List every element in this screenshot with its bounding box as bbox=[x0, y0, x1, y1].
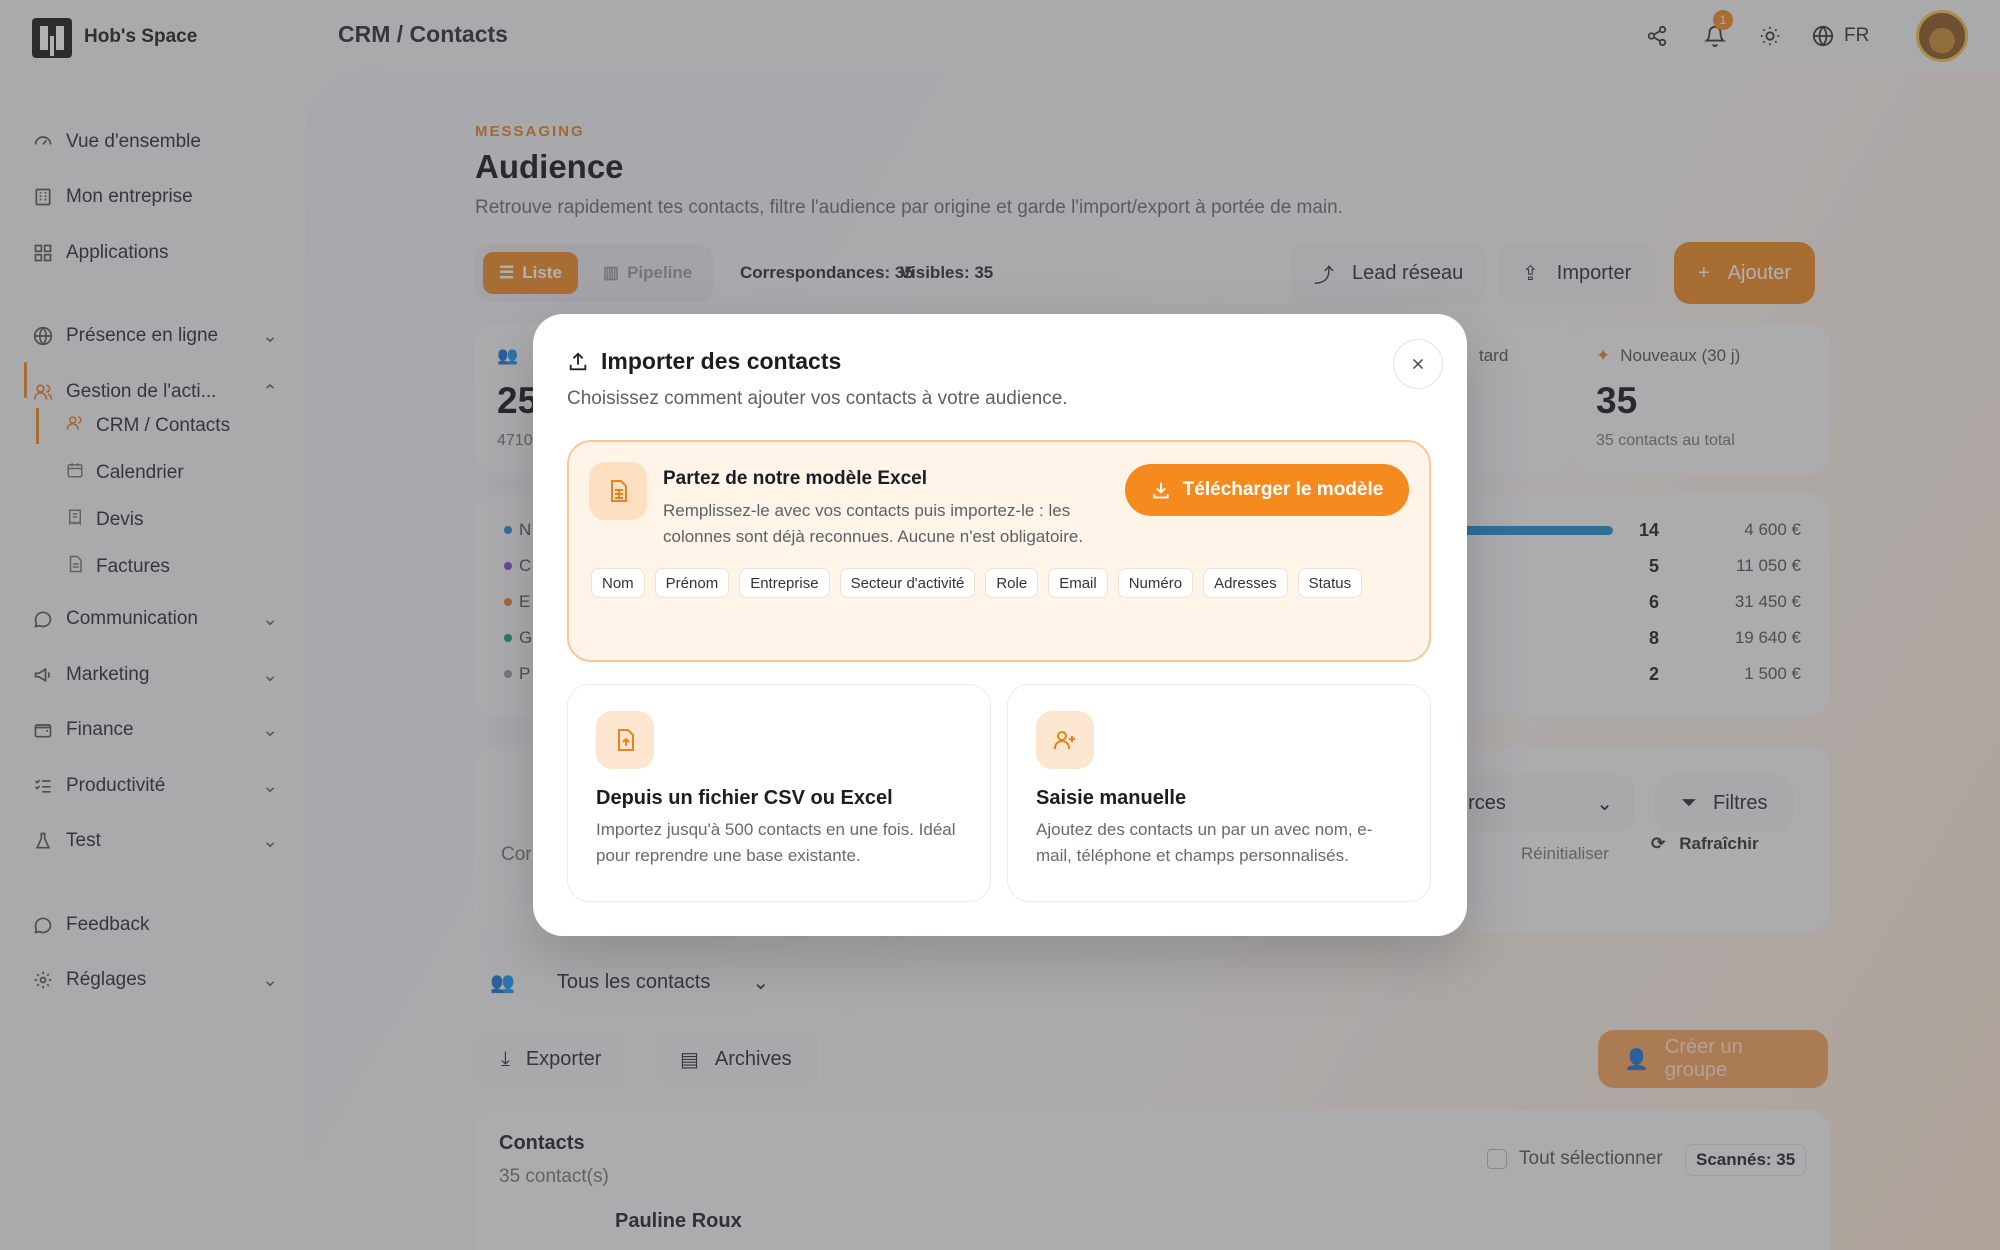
download-template-label: Télécharger le modèle bbox=[1182, 479, 1384, 500]
manual-option-description: Ajoutez des contacts un par un avec nom,… bbox=[1036, 820, 1373, 865]
column-chip: Nom bbox=[591, 568, 645, 598]
column-chip: Adresses bbox=[1203, 568, 1288, 598]
modal-header: Importer des contacts bbox=[567, 348, 841, 375]
column-chip: Status bbox=[1297, 568, 1363, 598]
column-chip: Email bbox=[1048, 568, 1108, 598]
excel-template-panel: Partez de notre modèle Excel Remplissez-… bbox=[567, 440, 1431, 662]
csv-option-title: Depuis un fichier CSV ou Excel bbox=[596, 787, 893, 809]
column-chip: Entreprise bbox=[739, 568, 830, 598]
spreadsheet-icon bbox=[589, 462, 647, 520]
file-upload-icon bbox=[596, 711, 654, 769]
upload-icon bbox=[569, 351, 587, 370]
close-button[interactable] bbox=[1393, 339, 1443, 389]
csv-import-option[interactable]: Depuis un fichier CSV ou Excel Importez … bbox=[567, 684, 991, 902]
manual-entry-option[interactable]: Saisie manuelle Ajoutez des contacts un … bbox=[1007, 684, 1431, 902]
close-icon bbox=[1412, 358, 1424, 370]
manual-option-title: Saisie manuelle bbox=[1036, 787, 1187, 809]
modal-title: Importer des contacts bbox=[601, 348, 842, 374]
template-description: Remplissez-le avec vos contacts puis imp… bbox=[663, 501, 1084, 546]
column-chip: Role bbox=[985, 568, 1039, 598]
column-chip: Prénom bbox=[654, 568, 730, 598]
column-chip: Numéro bbox=[1117, 568, 1194, 598]
modal-subtitle: Choisissez comment ajouter vos contacts … bbox=[567, 388, 1068, 409]
csv-option-description: Importez jusqu'à 500 contacts en une foi… bbox=[596, 820, 956, 865]
user-plus-icon bbox=[1036, 711, 1094, 769]
download-template-button[interactable]: Télécharger le modèle bbox=[1125, 464, 1409, 516]
template-columns: Nom Prénom Entreprise Secteur d'activité… bbox=[591, 568, 1411, 598]
template-title: Partez de notre modèle Excel bbox=[663, 468, 927, 489]
download-icon bbox=[1153, 482, 1169, 499]
import-contacts-modal: Importer des contacts Choisissez comment… bbox=[533, 314, 1467, 936]
column-chip: Secteur d'activité bbox=[839, 568, 976, 598]
